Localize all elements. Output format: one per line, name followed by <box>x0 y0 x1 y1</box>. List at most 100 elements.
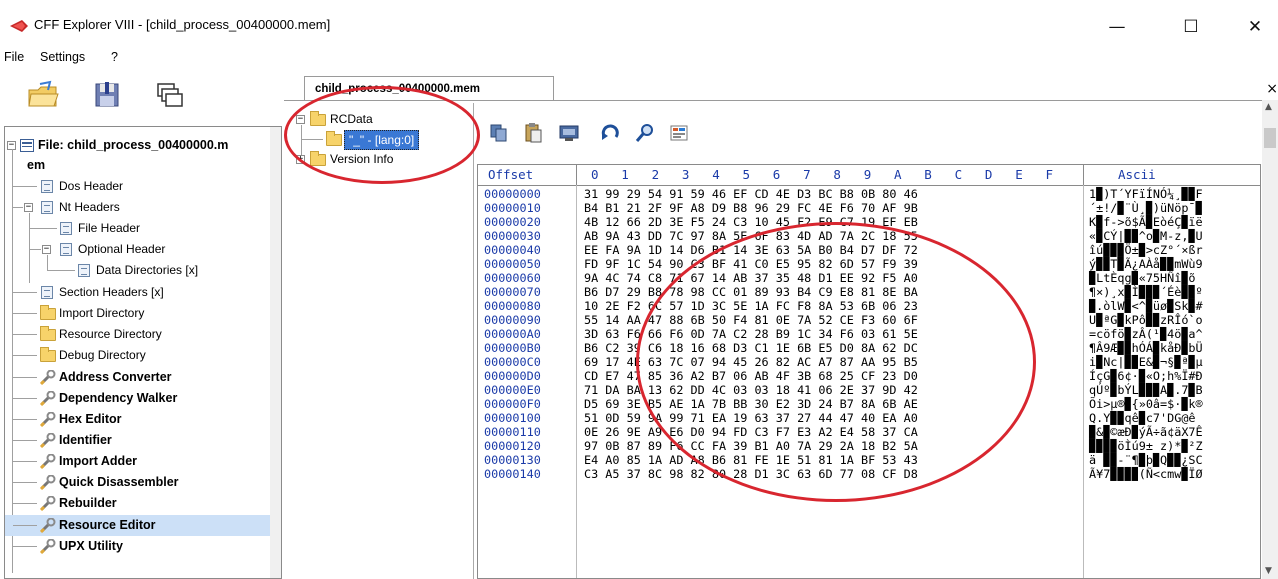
search-icon[interactable] <box>634 122 656 144</box>
hex-ascii[interactable]: ´±!/▉¨Ù¸▉)üNöp¯▉ <box>1089 201 1203 215</box>
menu-file[interactable]: File <box>4 50 24 64</box>
scroll-up-icon[interactable]: ▲ <box>1265 102 1272 112</box>
hex-offset: 00000000 <box>484 187 541 201</box>
tree-label: File Header <box>78 221 141 235</box>
hex-ascii[interactable]: ¶×)¸x▉Ì▉▉▉´Éè▉▉º <box>1089 285 1203 299</box>
collapse-icon[interactable]: − <box>24 203 33 212</box>
hex-ascii[interactable]: «▉CÝ|▉▉^o▉M-z,▉U <box>1089 229 1203 243</box>
tree-root-file[interactable]: − File: child_process_00400000.m <box>5 135 270 156</box>
hex-offset: 00000110 <box>484 425 541 439</box>
hex-ascii[interactable]: qÚº▉bÝL▉▉▉A▉.7▉B <box>1089 383 1203 397</box>
hex-offset: 00000100 <box>484 411 541 425</box>
select-icon[interactable] <box>668 122 690 144</box>
tree-item-import-directory[interactable]: Import Directory <box>5 303 270 324</box>
tree-label: Dependency Walker <box>59 391 178 405</box>
hex-ascii[interactable]: ▉▉▉▉öÌú9± z)*▉²Z <box>1089 439 1203 453</box>
hex-column-header: 3 <box>681 167 690 182</box>
tree-item-hex-editor[interactable]: Hex Editor <box>5 409 270 430</box>
collapse-icon[interactable]: − <box>42 245 51 254</box>
hex-ascii[interactable]: ▉.òlW▉<^▉üø▉Sk▉# <box>1089 299 1203 313</box>
hex-ascii[interactable]: ý▉▉T▉Ã¿AÀå▉▉mWù9 <box>1089 257 1203 271</box>
hex-ascii[interactable]: Q.Y▉▉qê▉c7'DG@ê <box>1089 411 1203 425</box>
tool-icon <box>40 454 56 469</box>
windows-icon[interactable] <box>152 80 186 110</box>
hex-header-divider <box>576 165 577 185</box>
tree-item-resource-directory[interactable]: Resource Directory <box>5 324 270 345</box>
hex-scrollbar[interactable]: ▲ ▼ <box>1262 100 1278 579</box>
minimize-icon[interactable]: — <box>1094 10 1140 44</box>
tree-label: Quick Disassembler <box>59 475 179 489</box>
tree-label: UPX Utility <box>59 539 123 553</box>
hex-ascii[interactable]: =cöfö▉zÂ(¹▉4ö▉a^ <box>1089 327 1203 341</box>
tree-item-identifier[interactable]: Identifier <box>5 430 270 451</box>
tool-icon <box>40 412 56 427</box>
hex-offset: 00000080 <box>484 299 541 313</box>
tree-item-debug-directory[interactable]: Debug Directory <box>5 345 270 366</box>
hex-ascii[interactable]: 1▉)T´YFïÍNÓ¼¸▉▉F <box>1089 187 1203 201</box>
hex-ascii[interactable]: ÍçG▉6¢·▉«O;h%Ï#Ð <box>1089 369 1203 383</box>
close-icon[interactable]: ✕ <box>1232 10 1278 44</box>
hex-toolbar <box>478 118 778 152</box>
hex-offset: 000000C0 <box>484 355 541 369</box>
save-icon[interactable] <box>90 80 124 110</box>
tree-item-data-directories[interactable]: Data Directories [x] <box>5 260 270 281</box>
tree-label: Resource Directory <box>59 327 162 341</box>
hex-column-header: A <box>894 167 902 182</box>
hex-ascii[interactable]: Õi>µ®▉{»0â=$·▉k® <box>1089 397 1203 411</box>
doc-icon <box>41 201 53 214</box>
tree-item-dos-header[interactable]: Dos Header <box>5 176 270 197</box>
hex-ascii[interactable]: U▉ªG▉kPô▉▉zRÎó`o <box>1089 313 1203 327</box>
hex-ascii[interactable]: Ã¥7▉▉▉▉(Ñ<cmw▉ÏØ <box>1089 467 1203 481</box>
hex-column-header: B <box>924 167 932 182</box>
tree-item-quick-disassembler[interactable]: Quick Disassembler <box>5 472 270 493</box>
tree-item-nt-headers[interactable]: − Nt Headers <box>5 197 270 218</box>
goto-icon[interactable] <box>600 122 622 144</box>
tree-item-rebuilder[interactable]: Rebuilder <box>5 493 270 514</box>
menu-settings[interactable]: Settings <box>40 50 85 64</box>
tree-item-resource-editor[interactable]: Resource Editor <box>5 515 270 536</box>
hex-bytes[interactable]: 31 99 29 54 91 59 46 EF CD 4E D3 BC B8 0… <box>584 187 918 201</box>
hex-ascii[interactable]: ▉&▉©æÐ▉ýÃ÷ã¢äX7Ê <box>1089 425 1203 439</box>
hex-ascii[interactable]: îú▉▉▉Ö±▉>cZ°´×ßr <box>1089 243 1203 257</box>
tree-item-import-adder[interactable]: Import Adder <box>5 451 270 472</box>
hex-column-header: 7 <box>803 167 811 182</box>
open-folder-icon[interactable] <box>26 80 60 110</box>
hex-column-header: E <box>1015 167 1023 182</box>
hex-ascii[interactable]: ¶Â9Æ▉▉hÓÁ▉kåÐ▉bÜ <box>1089 341 1203 355</box>
hex-header-divider <box>478 185 1260 186</box>
hex-dump-icon[interactable] <box>558 122 580 144</box>
tree-label: Address Converter <box>59 370 172 384</box>
menu-bar: File Settings ? <box>0 46 1278 68</box>
annotation-circle-resource <box>284 86 480 184</box>
tree-item-file-header[interactable]: File Header <box>5 218 270 239</box>
title-bar: CFF Explorer VIII - [child_process_00400… <box>0 0 1278 46</box>
tree-item-dependency-walker[interactable]: Dependency Walker <box>5 388 270 409</box>
hex-offset: 000000B0 <box>484 341 541 355</box>
hex-offset: 00000040 <box>484 243 541 257</box>
hex-offset: 00000010 <box>484 201 541 215</box>
folder-icon <box>40 326 56 341</box>
scroll-thumb[interactable] <box>1264 128 1276 148</box>
paste-icon[interactable] <box>522 122 544 144</box>
menu-help[interactable]: ? <box>111 50 118 64</box>
close-tab-icon[interactable]: × <box>1266 81 1278 97</box>
hex-bytes[interactable]: B4 B1 21 2F 9F A8 D9 B8 96 29 FC 4E F6 7… <box>584 201 918 215</box>
hex-ascii[interactable]: ä ▉▉-¨¶▉þ▉Q▉▉¿SC <box>1089 453 1203 467</box>
tree-item-upx-utility[interactable]: UPX Utility <box>5 536 270 557</box>
hex-offset: 000000E0 <box>484 383 541 397</box>
tree-item-address-converter[interactable]: Address Converter <box>5 367 270 388</box>
tree-item-section-headers[interactable]: Section Headers [x] <box>5 282 270 303</box>
scroll-down-icon[interactable]: ▼ <box>1265 566 1272 576</box>
left-scrollbar[interactable] <box>270 127 281 578</box>
copy-icon[interactable] <box>488 122 510 144</box>
tree-item-optional-header[interactable]: − Optional Header <box>5 239 270 260</box>
doc-icon <box>41 180 53 193</box>
root-file-label: File: child_process_00400000.m <box>38 138 229 152</box>
hex-column-header: 8 <box>833 167 841 182</box>
hex-ascii[interactable]: ▉LtÈqg▉«75HÑî▉õ <box>1089 271 1203 285</box>
hex-ascii[interactable]: K▉f->õ$Ã▉EòéÇ▉ïë <box>1089 215 1203 229</box>
file-tree-panel: − File: child_process_00400000.m em Dos … <box>4 126 282 579</box>
maximize-icon[interactable]: ☐ <box>1168 10 1214 44</box>
doc-icon <box>41 286 53 299</box>
hex-ascii[interactable]: i▉Nc|▉▉E&▉¬§▉ª▉µ <box>1089 355 1203 369</box>
